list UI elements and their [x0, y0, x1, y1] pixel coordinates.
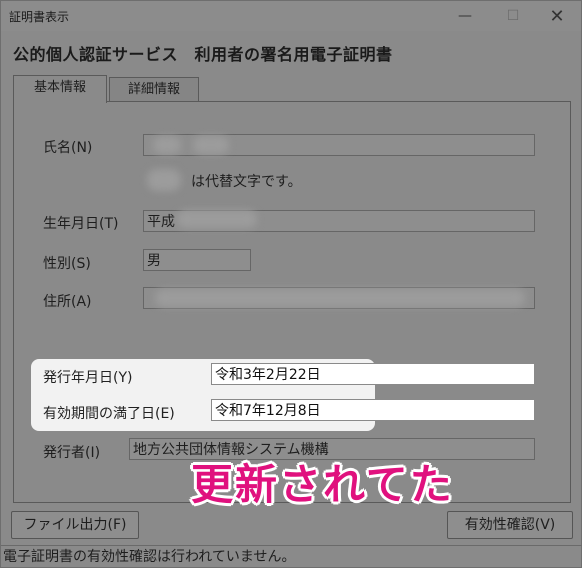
expiry-date-field[interactable]: 令和7年12月8日 [211, 399, 535, 421]
address-label: 住所(A) [43, 294, 92, 310]
tab-detail-info[interactable]: 詳細情報 [109, 77, 199, 102]
export-file-button[interactable]: ファイル出力(F) [11, 511, 139, 539]
minimize-icon[interactable]: — [443, 5, 487, 27]
close-icon[interactable]: ✕ [535, 5, 579, 27]
alt-char-note: は代替文字です。 [191, 174, 302, 190]
page-title: 公的個人認証サービス 利用者の署名用電子証明書 [13, 45, 393, 64]
issue-date-field[interactable]: 令和3年2月22日 [211, 363, 535, 385]
maximize-icon: ☐ [506, 8, 520, 24]
window-title: 証明書表示 [9, 10, 70, 24]
issuer-label: 発行者(I) [43, 445, 101, 461]
redacted-birthdate [177, 210, 257, 228]
certificate-window: 証明書表示 — ☐ ✕ 公的個人認証サービス 利用者の署名用電子証明書 基本情報… [0, 0, 582, 568]
gender-label: 性別(S) [43, 256, 91, 272]
name-label: 氏名(N) [43, 140, 93, 156]
annotation-text: 更新されてた [191, 460, 454, 509]
birthdate-label: 生年月日(T) [43, 216, 119, 232]
redacted-address [155, 289, 525, 307]
alt-char-sample [147, 169, 181, 191]
redacted-name-2 [193, 136, 229, 154]
issue-date-label: 発行年月日(Y) [43, 370, 133, 386]
title-bar: 証明書表示 — ☐ ✕ [1, 1, 581, 31]
gender-field[interactable]: 男 [143, 249, 251, 271]
expiry-date-label: 有効期間の満了日(E) [43, 406, 175, 422]
tab-basic-info[interactable]: 基本情報 [13, 75, 107, 103]
redacted-name-1 [153, 136, 181, 154]
status-bar: 電子証明書の有効性確認は行われていません。 [1, 545, 582, 568]
verify-validity-button[interactable]: 有効性確認(V) [447, 511, 573, 539]
